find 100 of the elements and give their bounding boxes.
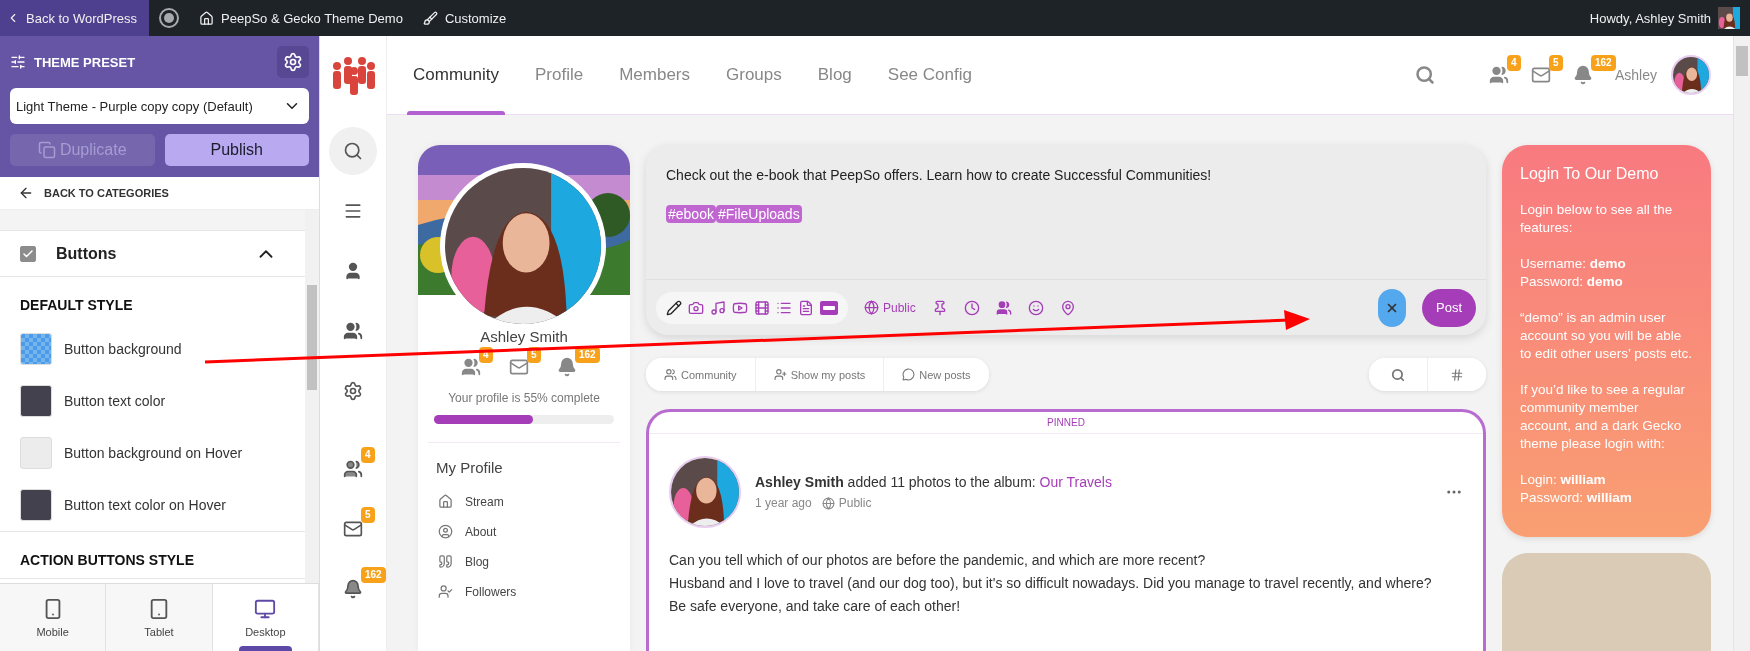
filter-tab[interactable]: Show my posts xyxy=(755,358,885,391)
option-label: Button background xyxy=(64,341,182,357)
post-text: Can you tell which of our photos are before the pandemic, and which are more recent? xyxy=(669,551,1207,570)
post-button[interactable]: Post xyxy=(1422,288,1476,327)
nav-tab[interactable]: Groups xyxy=(708,36,800,114)
option-label: Button text color xyxy=(64,393,166,409)
pinned-label: PINNED xyxy=(1047,416,1085,430)
nav-tab[interactable]: Profile xyxy=(516,36,602,114)
profile-name: Ashley Smith xyxy=(479,328,569,345)
option-label: Button text color on Hover xyxy=(64,497,226,513)
promo-text: “demo” is an admin user account so you will be able to edit other users’ posts etc. xyxy=(1520,309,1693,363)
device-tab[interactable]: Desktop xyxy=(212,584,319,651)
user-check-icon xyxy=(438,584,453,599)
filter-tab[interactable]: Community xyxy=(646,358,756,391)
user-icon[interactable] xyxy=(343,261,363,281)
menu-item[interactable]: Blog xyxy=(438,554,630,569)
user-name[interactable]: Ashley xyxy=(1614,67,1657,83)
users-icon[interactable] xyxy=(343,459,363,479)
users-icon[interactable] xyxy=(343,321,363,341)
count-badge: 162 xyxy=(361,567,386,583)
promo-text: If you’d like to see a regular community member account, and a dark Gecko theme please login with: xyxy=(1520,381,1687,453)
search-icon[interactable] xyxy=(343,141,363,161)
post-time[interactable]: 1 year ago xyxy=(755,496,812,510)
promo-text: Password: william xyxy=(1520,489,1633,507)
location-pin-icon[interactable] xyxy=(1059,299,1076,316)
customize-link[interactable]: Customize xyxy=(412,0,517,36)
speech-bubble-icon xyxy=(902,368,916,381)
globe-icon xyxy=(821,496,835,510)
bell-icon[interactable] xyxy=(1572,65,1593,85)
count-badge: 4 xyxy=(361,447,375,463)
users-icon[interactable] xyxy=(995,299,1012,316)
post-text: Husband and I love to travel (and our dog too), but it's so difficult nowadays. Did you manage to travel recently, and where? xyxy=(669,574,1433,593)
bell-icon[interactable] xyxy=(343,579,363,599)
privacy-label: Public xyxy=(838,496,872,510)
search-icon[interactable] xyxy=(1414,65,1435,85)
search-button[interactable] xyxy=(1369,358,1428,391)
tablet-icon xyxy=(148,597,170,620)
settings-icon xyxy=(283,52,303,72)
post-title: Ashley Smith added 11 photos to the album: Our Travels xyxy=(755,474,1113,490)
arrow-left-icon xyxy=(18,185,34,201)
group-title: ACTION BUTTONS STYLE xyxy=(20,552,195,568)
search-icon xyxy=(1391,367,1405,382)
brush-icon xyxy=(422,10,438,26)
pencil-icon[interactable] xyxy=(666,299,682,316)
settings-icon[interactable] xyxy=(343,381,363,401)
film-icon[interactable] xyxy=(754,299,770,316)
album-link[interactable]: Our Travels xyxy=(1039,474,1112,490)
copy-icon xyxy=(37,141,56,159)
checkbox[interactable] xyxy=(20,245,36,262)
nav-tab[interactable]: Blog xyxy=(799,36,870,114)
mail-icon[interactable] xyxy=(1530,65,1551,85)
menu-item[interactable]: About xyxy=(438,524,630,539)
promo-text: Username: demo xyxy=(1520,255,1627,273)
close-button[interactable] xyxy=(1378,288,1406,327)
account-link[interactable]: Howdy, Ashley Smith xyxy=(1579,0,1750,36)
smiley-icon[interactable] xyxy=(1027,299,1044,316)
menu-item[interactable]: Followers xyxy=(438,584,630,599)
settings-button[interactable] xyxy=(277,46,309,78)
group-title: DEFAULT STYLE xyxy=(20,297,134,313)
post-text: Be safe everyone, and take care of each other! xyxy=(669,597,962,616)
users-icon[interactable] xyxy=(1488,65,1509,85)
color-swatch[interactable] xyxy=(20,489,52,521)
home-icon xyxy=(438,494,453,509)
composer-text[interactable]: Check out the e-book that PeepSo offers. Learn how to create Successful Communities! xyxy=(666,167,1466,183)
site-link[interactable]: PeepSo & Gecko Theme Demo xyxy=(189,0,413,36)
publish-button[interactable]: Publish xyxy=(164,134,309,166)
monitor-icon xyxy=(254,597,277,620)
completeness-text: Your profile is 55% complete xyxy=(447,391,601,405)
users-icon[interactable] xyxy=(461,357,481,377)
check-icon xyxy=(22,247,34,260)
section-header[interactable]: Buttons xyxy=(0,230,305,277)
color-swatch[interactable] xyxy=(20,437,52,469)
home-icon xyxy=(199,10,215,26)
search-button[interactable] xyxy=(329,127,377,175)
bell-icon[interactable] xyxy=(557,357,577,377)
clock-icon[interactable] xyxy=(963,299,980,316)
nav-tab[interactable]: Community xyxy=(395,36,517,114)
scrollbar[interactable] xyxy=(305,210,319,583)
filter-tab[interactable]: New posts xyxy=(884,358,989,391)
promo-title: Login To Our Demo xyxy=(1520,165,1660,183)
option-label: Button background on Hover xyxy=(64,445,243,461)
globe-icon xyxy=(864,300,879,315)
menu-item[interactable]: Stream xyxy=(438,494,630,509)
color-swatch[interactable] xyxy=(20,333,52,365)
menu-icon[interactable] xyxy=(343,201,363,221)
color-swatch[interactable] xyxy=(20,385,52,417)
back-link[interactable]: Back to WordPress xyxy=(0,0,150,36)
nav-tab[interactable]: Members xyxy=(601,36,708,114)
scrollbar[interactable] xyxy=(1733,36,1750,651)
hash-icon xyxy=(1450,367,1464,382)
file-icon[interactable] xyxy=(798,299,814,316)
music-icon[interactable] xyxy=(710,299,726,316)
nav-tab[interactable]: See Config xyxy=(869,36,990,114)
preset-select[interactable]: Light Theme - Purple copy copy (Default) xyxy=(10,88,309,124)
mail-icon[interactable] xyxy=(343,519,363,539)
privacy-selector[interactable]: Public xyxy=(864,300,916,315)
count-badge: 5 xyxy=(361,507,375,523)
mail-icon[interactable] xyxy=(509,357,529,377)
camera-icon[interactable] xyxy=(688,299,704,316)
count-badge: 162 xyxy=(1590,55,1616,71)
